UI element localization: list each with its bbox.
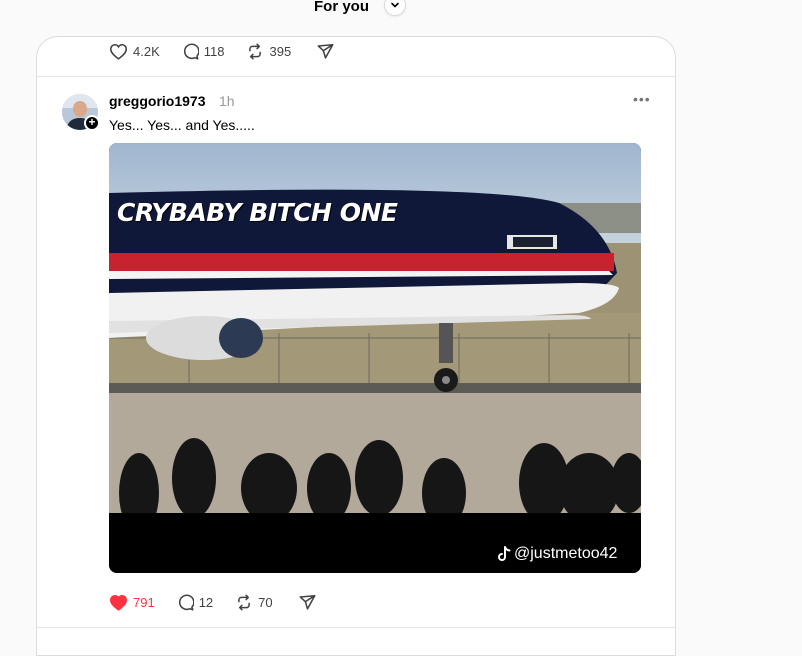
repost-icon: [249, 43, 262, 60]
repost-button[interactable]: 70: [235, 594, 273, 611]
reply-button[interactable]: 12: [177, 594, 213, 611]
username[interactable]: greggorio1973: [109, 93, 205, 109]
tiktok-watermark: @justmetoo42: [497, 545, 617, 563]
like-button[interactable]: 4.2K: [109, 43, 160, 60]
feed-title: For you: [314, 0, 369, 15]
top-bar: For you: [0, 0, 802, 36]
chevron-down-icon: [391, 2, 399, 8]
repost-count: 395: [269, 44, 292, 59]
post-actions: 791 12 70: [109, 594, 338, 611]
media-caption: CRYBABY BITCH ONE: [117, 198, 398, 227]
post-timestamp[interactable]: 1h: [219, 93, 235, 109]
post-divider: [37, 627, 675, 628]
tiktok-icon: [498, 546, 511, 561]
feed-card: 4.2K 118 395 + greggorio1973 1h ••• Yes.…: [36, 36, 676, 656]
post-media[interactable]: CRYBABY BITCH ONE @justmetoo42: [109, 143, 641, 573]
previous-post-actions: 4.2K 118 395: [109, 43, 356, 60]
comment-icon: [183, 43, 199, 60]
comment-icon: [178, 594, 194, 611]
like-button[interactable]: 791: [109, 594, 155, 611]
repost-button[interactable]: 395: [246, 43, 291, 60]
follow-plus-icon[interactable]: +: [84, 115, 100, 131]
like-count: 791: [133, 595, 155, 610]
reply-count: 12: [198, 595, 214, 610]
watermark-handle: @justmetoo42: [514, 545, 618, 562]
share-icon: [317, 43, 334, 59]
post-divider: [37, 76, 675, 77]
repost-count: 70: [258, 595, 273, 610]
feed-switch-button[interactable]: [384, 0, 406, 16]
reply-count: 118: [203, 44, 225, 59]
share-button[interactable]: [299, 594, 316, 611]
like-count: 4.2K: [133, 44, 160, 59]
more-icon[interactable]: •••: [633, 91, 651, 107]
heart-icon: [109, 44, 128, 60]
heart-icon: [109, 595, 128, 611]
share-icon: [299, 594, 316, 610]
post-text: Yes... Yes... and Yes.....: [109, 117, 255, 133]
reply-button[interactable]: 118: [182, 43, 225, 60]
repost-icon: [238, 594, 251, 611]
share-button[interactable]: [317, 43, 334, 60]
